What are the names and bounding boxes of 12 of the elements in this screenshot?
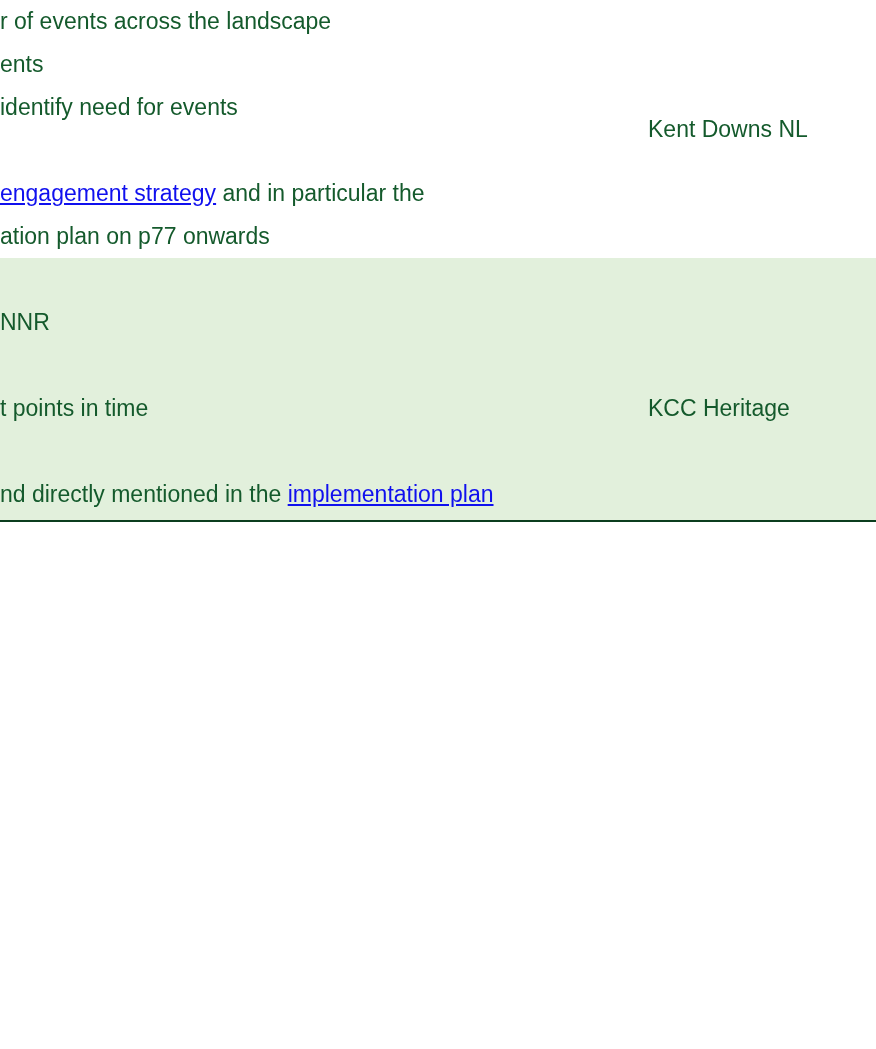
text-line: engagement strategy and in particular the [0, 179, 426, 208]
text-line: nd directly mentioned in the implementation plan [0, 480, 495, 509]
text-line: t points in time [0, 394, 150, 423]
owner-label: KCC Heritage [648, 394, 790, 423]
text-line: identify need for events [0, 93, 239, 122]
text-line: ation plan on p77 onwards [0, 222, 271, 251]
owner-label: Kent Downs NL [648, 114, 808, 144]
link[interactable]: implementation plan [287, 481, 494, 507]
text-line: r of events across the landscape [0, 7, 333, 36]
text-line: NNR [0, 308, 51, 337]
link[interactable]: engagement strategy [0, 180, 217, 206]
text-line: ents [0, 50, 45, 79]
